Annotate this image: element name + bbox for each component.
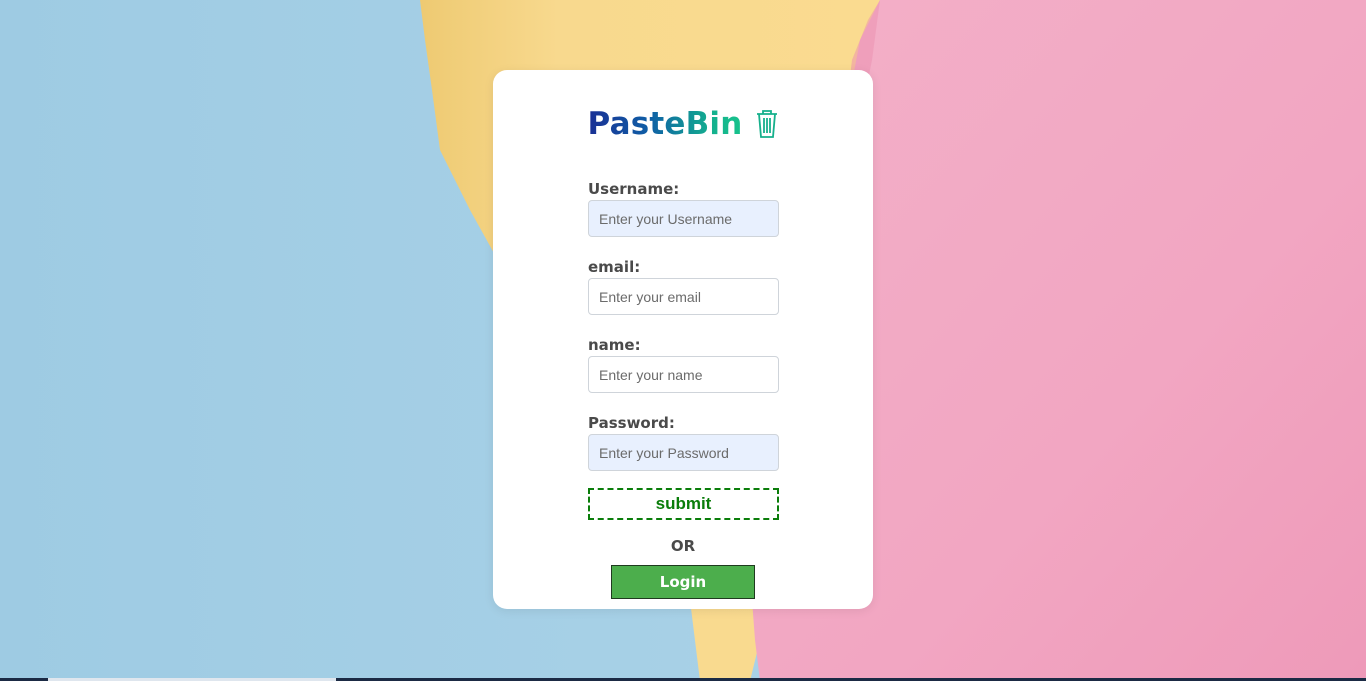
name-input[interactable] xyxy=(588,356,779,393)
name-label: name: xyxy=(588,336,641,354)
password-input[interactable] xyxy=(588,434,779,471)
logo: PasteBin xyxy=(493,106,873,142)
trash-icon xyxy=(755,109,779,139)
login-button[interactable]: Login xyxy=(611,565,755,599)
email-label: email: xyxy=(588,258,641,276)
password-field-group: Password: xyxy=(588,412,779,490)
username-field-group: Username: xyxy=(588,178,779,256)
signup-card: PasteBin Username: email: name: Pas xyxy=(493,70,873,609)
logo-text: PasteBin xyxy=(587,106,743,142)
username-input[interactable] xyxy=(588,200,779,237)
password-label: Password: xyxy=(588,414,675,432)
submit-button[interactable]: submit xyxy=(588,488,779,520)
signup-form: Username: email: name: Password: xyxy=(588,178,779,490)
email-input[interactable] xyxy=(588,278,779,315)
or-divider-text: OR xyxy=(670,537,696,555)
username-label: Username: xyxy=(588,180,680,198)
email-field-group: email: xyxy=(588,256,779,334)
name-field-group: name: xyxy=(588,334,779,412)
